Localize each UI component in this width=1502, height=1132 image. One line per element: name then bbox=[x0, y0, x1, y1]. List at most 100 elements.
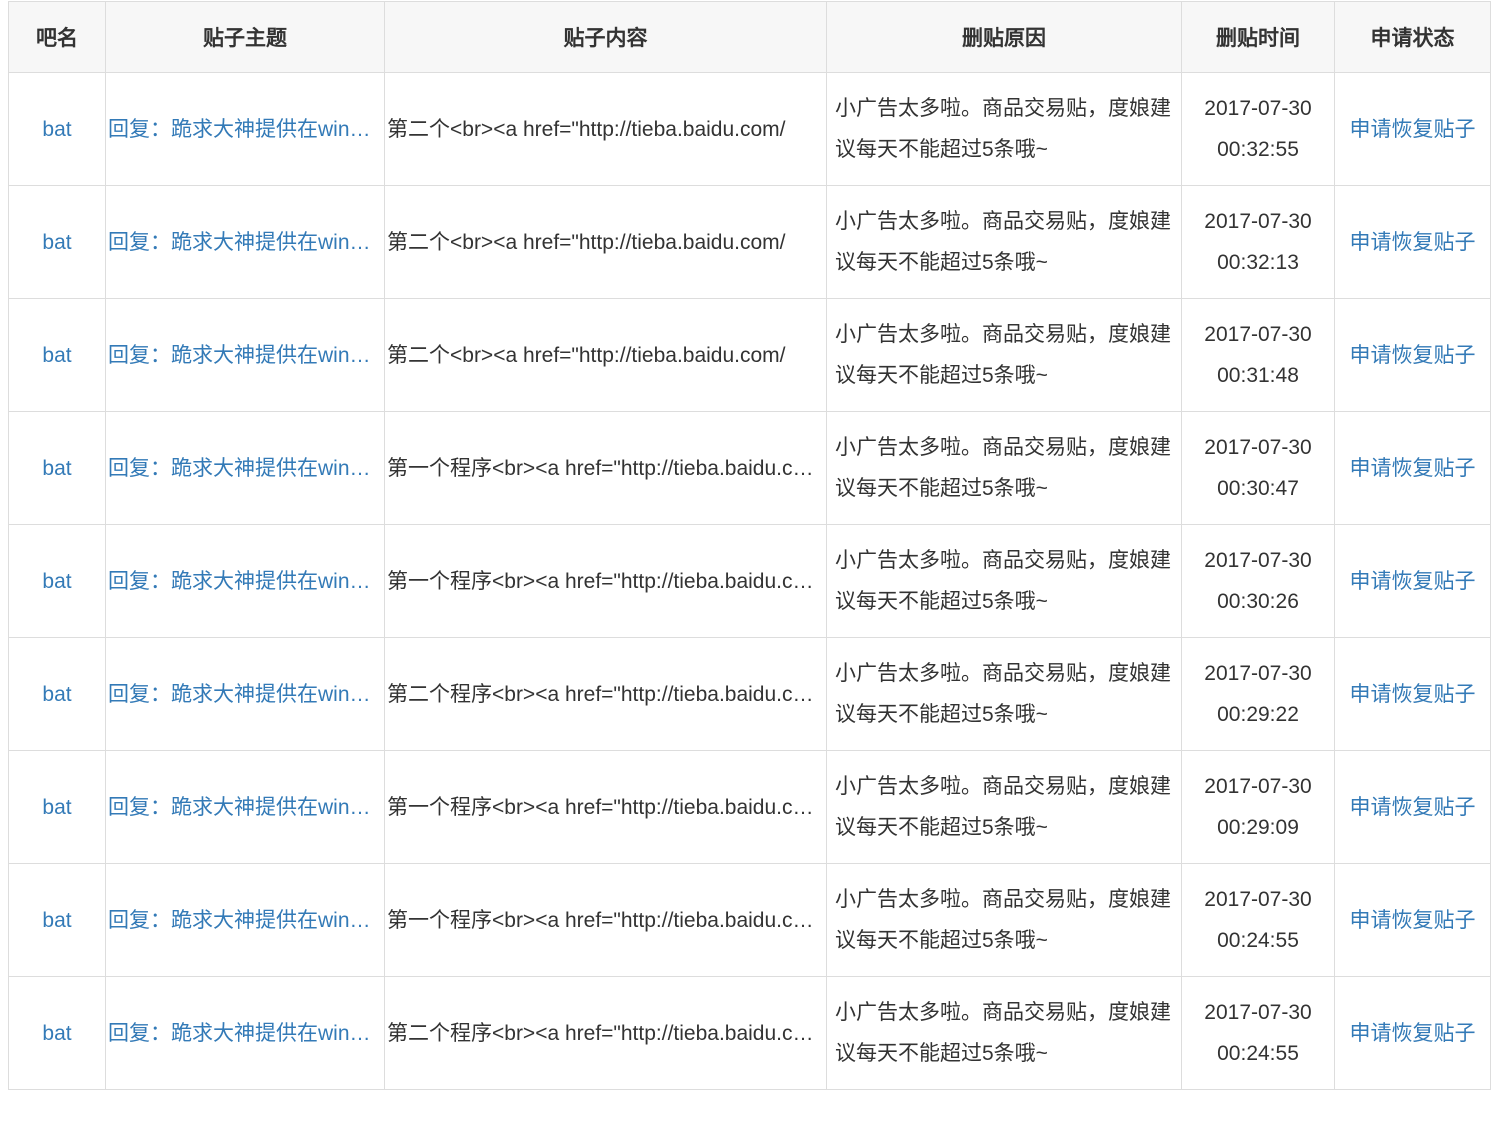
post-content-text: 第二个程序<br><a href="http://tieba.baidu.com… bbox=[387, 682, 826, 706]
bar-name-cell: bat bbox=[8, 637, 106, 751]
request-restore-link[interactable]: 申请恢复贴子 bbox=[1350, 118, 1476, 141]
post-subject-link[interactable]: 回复：跪求大神提供在win7下的bat程序 bbox=[107, 109, 384, 150]
delete-clock-time: 00:31:48 bbox=[1217, 364, 1299, 387]
bar-name-link[interactable]: bat bbox=[42, 900, 71, 941]
delete-time-cell: 2017-07-30 00:29:22 bbox=[1181, 637, 1335, 751]
column-header-time: 删贴时间 bbox=[1181, 1, 1335, 73]
bar-name-link[interactable]: bat bbox=[42, 335, 71, 376]
column-header-status: 申请状态 bbox=[1334, 1, 1491, 73]
delete-reason-text: 小广告太多啦。商品交易贴，度娘建议每天不能超过5条哦~ bbox=[826, 976, 1182, 1090]
request-restore-link[interactable]: 申请恢复贴子 bbox=[1350, 796, 1476, 819]
post-content-text: 第二个<br><a href="http://tieba.baidu.com/ bbox=[387, 117, 786, 141]
status-cell: 申请恢复贴子 bbox=[1334, 524, 1491, 638]
bar-name-link[interactable]: bat bbox=[42, 448, 71, 489]
delete-time-cell: 2017-07-30 00:31:48 bbox=[1181, 298, 1335, 412]
request-restore-link[interactable]: 申请恢复贴子 bbox=[1350, 344, 1476, 367]
status-cell: 申请恢复贴子 bbox=[1334, 637, 1491, 751]
content-cell: 第二个<br><a href="http://tieba.baidu.com/ bbox=[384, 72, 827, 186]
bar-name-link[interactable]: bat bbox=[42, 787, 71, 828]
delete-time-cell: 2017-07-30 00:29:09 bbox=[1181, 750, 1335, 864]
delete-reason-text: 小广告太多啦。商品交易贴，度娘建议每天不能超过5条哦~ bbox=[826, 411, 1182, 525]
table-row: bat 回复：跪求大神提供在win7下的bat程序第二个<br><a href="… bbox=[8, 72, 1491, 186]
delete-reason-text: 小广告太多啦。商品交易贴，度娘建议每天不能超过5条哦~ bbox=[826, 72, 1182, 186]
column-header-subject: 贴子主题 bbox=[105, 1, 385, 73]
delete-reason-text: 小广告太多啦。商品交易贴，度娘建议每天不能超过5条哦~ bbox=[826, 185, 1182, 299]
content-cell: 第二个程序<br><a href="http://tieba.baidu.com… bbox=[384, 637, 827, 751]
post-content-text: 第一个程序<br><a href="http://tieba.baidu.com… bbox=[387, 795, 826, 819]
delete-time-cell: 2017-07-30 00:30:26 bbox=[1181, 524, 1335, 638]
table-row: bat 回复：跪求大神提供在win7下的bat程序第二个程序<br><a href… bbox=[8, 637, 1491, 751]
status-cell: 申请恢复贴子 bbox=[1334, 411, 1491, 525]
delete-clock-time: 00:29:09 bbox=[1217, 816, 1299, 839]
bar-name-link[interactable]: bat bbox=[42, 1013, 71, 1054]
subject-cell: 回复：跪求大神提供在win7下的bat程序 bbox=[105, 750, 385, 864]
bar-name-link[interactable]: bat bbox=[42, 222, 71, 263]
subject-cell: 回复：跪求大神提供在win7下的bat程序 bbox=[105, 524, 385, 638]
delete-date: 2017-07-30 bbox=[1204, 436, 1312, 459]
request-restore-link[interactable]: 申请恢复贴子 bbox=[1350, 231, 1476, 254]
post-subject-link[interactable]: 回复：跪求大神提供在win7下的bat程序 bbox=[107, 787, 384, 828]
bar-name-cell: bat bbox=[8, 750, 106, 864]
post-subject-link[interactable]: 回复：跪求大神提供在win7下的bat程序 bbox=[107, 222, 384, 263]
delete-date: 2017-07-30 bbox=[1204, 97, 1312, 120]
post-subject-link[interactable]: 回复：跪求大神提供在win7下的bat程序 bbox=[107, 900, 384, 941]
delete-date: 2017-07-30 bbox=[1204, 549, 1312, 572]
delete-date: 2017-07-30 bbox=[1204, 888, 1312, 911]
bar-name-cell: bat bbox=[8, 863, 106, 977]
request-restore-link[interactable]: 申请恢复贴子 bbox=[1350, 570, 1476, 593]
content-cell: 第一个程序<br><a href="http://tieba.baidu.com… bbox=[384, 750, 827, 864]
post-content-text: 第一个程序<br><a href="http://tieba.baidu.com… bbox=[387, 456, 826, 480]
content-cell: 第一个程序<br><a href="http://tieba.baidu.com… bbox=[384, 863, 827, 977]
status-cell: 申请恢复贴子 bbox=[1334, 976, 1491, 1090]
delete-clock-time: 00:32:55 bbox=[1217, 138, 1299, 161]
subject-cell: 回复：跪求大神提供在win7下的bat程序 bbox=[105, 411, 385, 525]
delete-date: 2017-07-30 bbox=[1204, 323, 1312, 346]
bar-name-link[interactable]: bat bbox=[42, 674, 71, 715]
bar-name-cell: bat bbox=[8, 411, 106, 525]
post-subject-link[interactable]: 回复：跪求大神提供在win7下的bat程序 bbox=[107, 335, 384, 376]
table-row: bat 回复：跪求大神提供在win7下的bat程序第二个<br><a href="… bbox=[8, 185, 1491, 299]
content-cell: 第一个程序<br><a href="http://tieba.baidu.com… bbox=[384, 524, 827, 638]
bar-name-cell: bat bbox=[8, 185, 106, 299]
request-restore-link[interactable]: 申请恢复贴子 bbox=[1350, 1022, 1476, 1045]
bar-name-cell: bat bbox=[8, 298, 106, 412]
delete-date: 2017-07-30 bbox=[1204, 210, 1312, 233]
request-restore-link[interactable]: 申请恢复贴子 bbox=[1350, 909, 1476, 932]
status-cell: 申请恢复贴子 bbox=[1334, 750, 1491, 864]
status-cell: 申请恢复贴子 bbox=[1334, 863, 1491, 977]
table-header-row: 吧名 贴子主题 贴子内容 删贴原因 删贴时间 申请状态 bbox=[8, 1, 1491, 73]
delete-reason-text: 小广告太多啦。商品交易贴，度娘建议每天不能超过5条哦~ bbox=[826, 750, 1182, 864]
bar-name-cell: bat bbox=[8, 524, 106, 638]
post-subject-link[interactable]: 回复：跪求大神提供在win7下的bat程序 bbox=[107, 561, 384, 602]
bar-name-link[interactable]: bat bbox=[42, 109, 71, 150]
table-row: bat 回复：跪求大神提供在win7下的bat程序第一个程序<br><a href… bbox=[8, 750, 1491, 864]
post-content-text: 第一个程序<br><a href="http://tieba.baidu.com… bbox=[387, 908, 826, 932]
delete-reason-text: 小广告太多啦。商品交易贴，度娘建议每天不能超过5条哦~ bbox=[826, 863, 1182, 977]
delete-date: 2017-07-30 bbox=[1204, 662, 1312, 685]
request-restore-link[interactable]: 申请恢复贴子 bbox=[1350, 683, 1476, 706]
table-row: bat 回复：跪求大神提供在win7下的bat程序第一个程序<br><a href… bbox=[8, 863, 1491, 977]
delete-clock-time: 00:29:22 bbox=[1217, 703, 1299, 726]
delete-clock-time: 00:30:26 bbox=[1217, 590, 1299, 613]
post-content-text: 第二个程序<br><a href="http://tieba.baidu.com… bbox=[387, 1021, 826, 1045]
deleted-posts-table: 吧名 贴子主题 贴子内容 删贴原因 删贴时间 申请状态 bat 回复：跪求大神提供… bbox=[8, 1, 1491, 1090]
bar-name-cell: bat bbox=[8, 976, 106, 1090]
post-subject-link[interactable]: 回复：跪求大神提供在win7下的bat程序 bbox=[107, 1013, 384, 1054]
delete-time-cell: 2017-07-30 00:24:55 bbox=[1181, 863, 1335, 977]
subject-cell: 回复：跪求大神提供在win7下的bat程序 bbox=[105, 298, 385, 412]
post-subject-link[interactable]: 回复：跪求大神提供在win7下的bat程序 bbox=[107, 448, 384, 489]
table-row: bat 回复：跪求大神提供在win7下的bat程序第一个程序<br><a href… bbox=[8, 524, 1491, 638]
subject-cell: 回复：跪求大神提供在win7下的bat程序 bbox=[105, 72, 385, 186]
status-cell: 申请恢复贴子 bbox=[1334, 298, 1491, 412]
post-content-text: 第二个<br><a href="http://tieba.baidu.com/ bbox=[387, 230, 786, 254]
bar-name-link[interactable]: bat bbox=[42, 561, 71, 602]
request-restore-link[interactable]: 申请恢复贴子 bbox=[1350, 457, 1476, 480]
delete-time-cell: 2017-07-30 00:32:55 bbox=[1181, 72, 1335, 186]
column-header-bar-name: 吧名 bbox=[8, 1, 106, 73]
content-cell: 第二个<br><a href="http://tieba.baidu.com/ bbox=[384, 298, 827, 412]
subject-cell: 回复：跪求大神提供在win7下的bat程序 bbox=[105, 185, 385, 299]
post-subject-link[interactable]: 回复：跪求大神提供在win7下的bat程序 bbox=[107, 674, 384, 715]
delete-date: 2017-07-30 bbox=[1204, 1001, 1312, 1024]
content-cell: 第一个程序<br><a href="http://tieba.baidu.com… bbox=[384, 411, 827, 525]
table-row: bat 回复：跪求大神提供在win7下的bat程序第一个程序<br><a href… bbox=[8, 411, 1491, 525]
